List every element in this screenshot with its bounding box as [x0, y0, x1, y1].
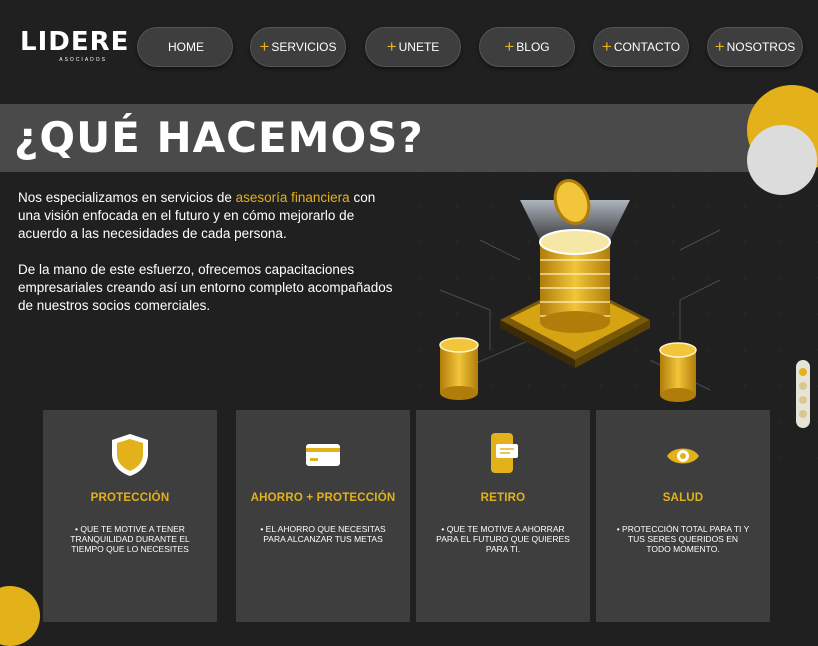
- nav-nosotros[interactable]: + NOSOTROS: [707, 27, 803, 67]
- card-description: • EL AHORRO QUE NECESITAS PARA ALCANZAR …: [260, 524, 386, 544]
- plus-icon: +: [601, 37, 612, 56]
- intro-text-part: Nos especializamos en servicios de: [18, 190, 236, 205]
- service-card-ahorro[interactable]: AHORRO + PROTECCIÓN • EL AHORRO QUE NECE…: [236, 410, 410, 622]
- carousel-dot[interactable]: [799, 368, 807, 376]
- logo-name: LIDERE: [20, 27, 130, 57]
- coins-illustration-icon: [439, 179, 721, 402]
- service-card-retiro[interactable]: RETIRO • QUE TE MOTIVE A AHORRAR PARA EL…: [416, 410, 590, 622]
- plus-icon: +: [386, 37, 397, 56]
- plus-icon: +: [714, 37, 725, 56]
- nav-label: HOME: [168, 40, 204, 54]
- nav-label: BLOG: [516, 40, 550, 54]
- nav-home[interactable]: HOME: [137, 27, 233, 67]
- carousel-dot[interactable]: [799, 410, 807, 418]
- page-title: ¿QUÉ HACEMOS?: [14, 113, 424, 162]
- nav-unete[interactable]: + UNETE: [365, 27, 461, 67]
- intro-paragraph-1: Nos especializamos en servicios de aseso…: [18, 189, 398, 243]
- shield-icon: [43, 432, 217, 478]
- intro-text: Nos especializamos en servicios de aseso…: [18, 189, 398, 333]
- logo[interactable]: LIDERE ASOCIADOS: [20, 27, 130, 68]
- card-description: • PROTECCIÓN TOTAL PARA TI Y TUS SERES Q…: [616, 524, 750, 554]
- nav-label: NOSOTROS: [726, 40, 796, 54]
- card-title: PROTECCIÓN: [90, 492, 170, 504]
- plus-icon: +: [504, 37, 515, 56]
- nav-label: UNETE: [398, 40, 440, 54]
- plus-icon: +: [259, 37, 270, 56]
- carousel-indicator[interactable]: [796, 360, 810, 428]
- carousel-dot[interactable]: [799, 396, 807, 404]
- decor-circle-bottom: [0, 586, 40, 646]
- service-card-proteccion[interactable]: PROTECCIÓN • QUE TE MOTIVE A TENER TRANQ…: [43, 410, 217, 622]
- logo-tagline: ASOCIADOS: [59, 57, 107, 63]
- intro-paragraph-2: De la mano de este esfuerzo, ofrecemos c…: [18, 262, 393, 313]
- intro-highlight: asesoría financiera: [235, 190, 350, 205]
- nav-label: CONTACTO: [613, 40, 681, 54]
- carousel-dot[interactable]: [799, 382, 807, 390]
- card-title: AHORRO + PROTECCIÓN: [250, 492, 396, 504]
- nav-label: SERVICIOS: [271, 40, 337, 54]
- phone-icon: [416, 432, 590, 478]
- eye-icon: [596, 432, 770, 478]
- service-card-salud[interactable]: SALUD • PROTECCIÓN TOTAL PARA TI Y TUS S…: [596, 410, 770, 622]
- card-title: SALUD: [662, 492, 704, 504]
- nav-blog[interactable]: + BLOG: [479, 27, 575, 67]
- card-icon: [236, 432, 410, 478]
- nav-servicios[interactable]: + SERVICIOS: [250, 27, 346, 67]
- nav-contacto[interactable]: + CONTACTO: [593, 27, 689, 67]
- card-title: RETIRO: [480, 492, 526, 504]
- card-description: • QUE TE MOTIVE A AHORRAR PARA EL FUTURO…: [436, 524, 570, 554]
- card-description: • QUE TE MOTIVE A TENER TRANQUILIDAD DUR…: [70, 524, 190, 554]
